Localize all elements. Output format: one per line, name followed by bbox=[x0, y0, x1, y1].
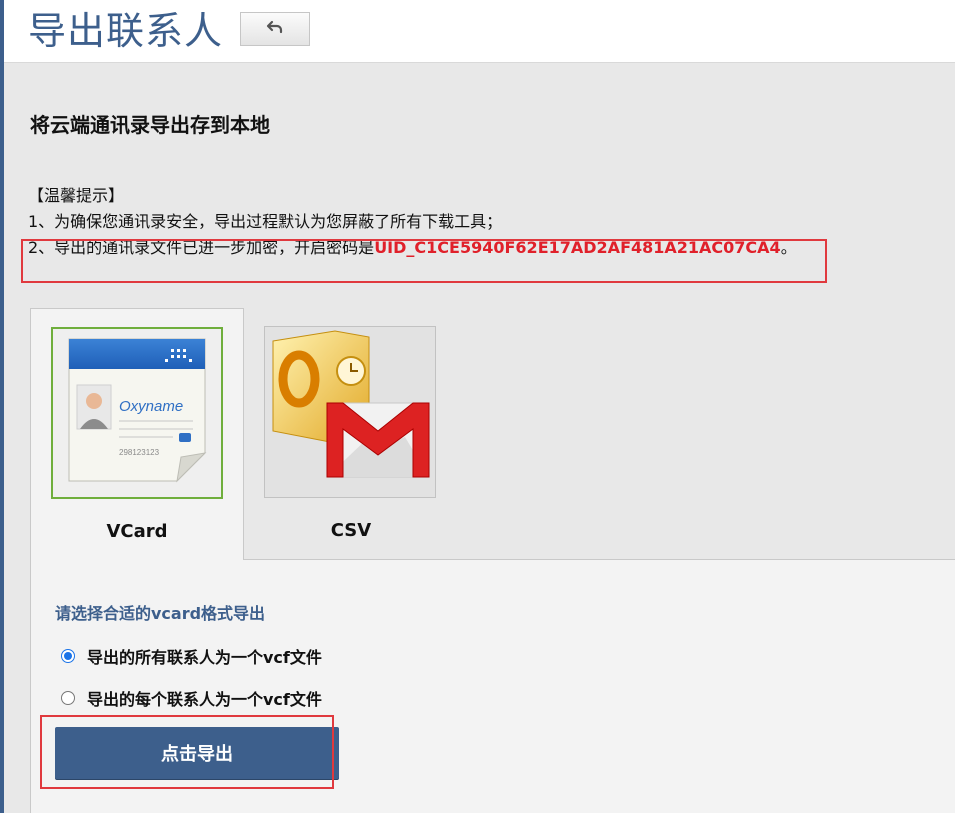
vcard-options-panel: 请选择合适的vcard格式导出 导出的所有联系人为一个vcf文件 导出的每个联系… bbox=[30, 560, 955, 813]
tab-csv-label: CSV bbox=[330, 520, 372, 541]
csv-icon-frame bbox=[264, 326, 436, 498]
tab-vcard[interactable]: Oxyname 298123123 VCard bbox=[30, 308, 244, 560]
header: 导出联系人 bbox=[4, 0, 955, 63]
undo-arrow-icon bbox=[265, 19, 285, 40]
password-highlight-box bbox=[21, 239, 827, 283]
vcard-card-name: Oxyname bbox=[119, 398, 183, 415]
tips-heading: 【温馨提示】 bbox=[28, 186, 125, 205]
main-content: 将云端通讯录导出存到本地 【温馨提示】 1、为确保您通讯录安全，导出过程默认为您… bbox=[4, 63, 955, 813]
radio-each-separate[interactable] bbox=[61, 691, 75, 705]
vcard-icon-frame: Oxyname 298123123 bbox=[51, 327, 223, 499]
section-title: 将云端通讯录导出存到本地 bbox=[30, 113, 270, 137]
outlook-gmail-icon bbox=[265, 330, 435, 501]
option-each-separate[interactable]: 导出的每个联系人为一个vcf文件 bbox=[61, 686, 322, 710]
option-all-in-one[interactable]: 导出的所有联系人为一个vcf文件 bbox=[61, 644, 322, 668]
option-all-in-one-label: 导出的所有联系人为一个vcf文件 bbox=[87, 648, 322, 667]
page-title: 导出联系人 bbox=[28, 9, 224, 53]
vcard-contact-icon: Oxyname 298123123 bbox=[53, 338, 221, 501]
tab-csv[interactable]: CSV bbox=[244, 308, 458, 560]
tab-vcard-label: VCard bbox=[106, 521, 168, 542]
panel-heading: 请选择合适的vcard格式导出 bbox=[55, 604, 266, 623]
option-each-separate-label: 导出的每个联系人为一个vcf文件 bbox=[87, 690, 322, 709]
tip-line-1: 1、为确保您通讯录安全，导出过程默认为您屏蔽了所有下载工具； bbox=[28, 212, 503, 231]
radio-all-in-one[interactable] bbox=[61, 649, 75, 663]
export-button[interactable]: 点击导出 bbox=[55, 727, 339, 779]
back-button[interactable] bbox=[240, 12, 310, 46]
vcard-card-number: 298123123 bbox=[119, 448, 160, 457]
